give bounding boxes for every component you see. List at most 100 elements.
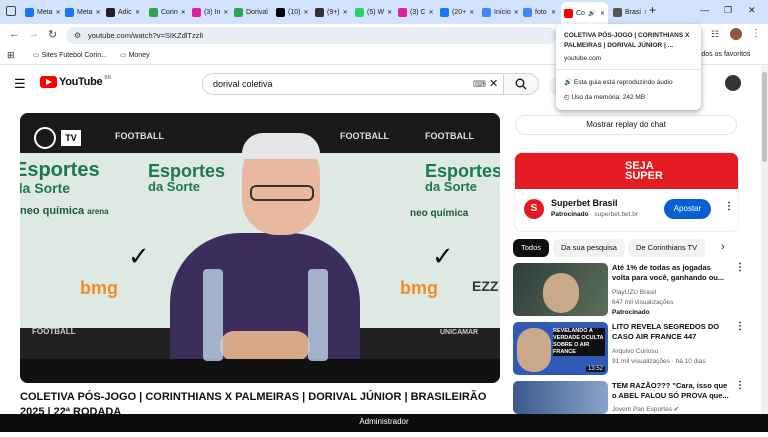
club-crest-icon xyxy=(34,127,56,149)
youtube-search-input[interactable]: dorival coletiva ⌨ ✕ xyxy=(202,73,504,95)
rec-title: Até 1% de todas as jogadas volta para vo… xyxy=(612,263,730,283)
extensions-icon[interactable]: ☷ xyxy=(711,29,719,40)
video-player[interactable]: FOOTBALL FOOTBALL FOOTBALL TV Esportesda… xyxy=(20,113,500,383)
memory-icon: ◴ xyxy=(564,94,570,101)
youtube-icon xyxy=(564,9,573,18)
tab-14[interactable]: Brasi✕ xyxy=(610,3,646,22)
apps-icon[interactable]: ⊞ xyxy=(7,50,15,61)
clear-search-icon[interactable]: ✕ xyxy=(489,74,498,94)
tab-9[interactable]: (3) C✕ xyxy=(395,3,435,22)
close-tab-icon[interactable]: ✕ xyxy=(303,9,308,16)
region-code: BR xyxy=(104,75,111,81)
duration-badge: 13:52 xyxy=(586,366,605,372)
close-tab-icon[interactable]: ✕ xyxy=(181,9,186,16)
tab-10[interactable]: (20+✕ xyxy=(437,3,477,22)
whatsapp-icon xyxy=(355,8,364,17)
video-thumbnail[interactable]: REVELANDO A VERDADE OCULTA SOBRE O AIR F… xyxy=(513,322,608,375)
close-tab-icon[interactable]: ✕ xyxy=(96,9,100,16)
scrollbar-thumb[interactable] xyxy=(762,72,767,162)
close-tab-icon[interactable]: ✕ xyxy=(387,9,392,16)
address-bar[interactable]: ⚙ youtube.com/watch?v=SIKZdlTzzlI xyxy=(66,27,556,44)
chips-next-icon[interactable]: › xyxy=(721,241,725,253)
tab-label: (20+ xyxy=(452,9,466,16)
close-tab-icon[interactable]: ✕ xyxy=(429,9,434,16)
bookmark-sites-futebol[interactable]: ▭ Sites Futebol Corin... xyxy=(33,51,107,59)
thumb-face xyxy=(517,328,551,372)
close-tab-icon[interactable]: ✕ xyxy=(135,9,140,16)
back-icon[interactable]: ← xyxy=(9,28,20,40)
verified-icon: ✔ xyxy=(674,406,679,413)
tab-1[interactable]: Meta✕ xyxy=(62,3,100,22)
close-tab-icon[interactable]: ✕ xyxy=(600,10,605,17)
rec-sponsored: Patrocinado xyxy=(612,309,650,316)
hamburger-menu-icon[interactable]: ☰ xyxy=(14,76,26,92)
show-chat-replay-button[interactable]: Mostrar replay do chat xyxy=(515,115,737,135)
list-item[interactable]: Até 1% de todas as jogadas volta para vo… xyxy=(513,263,748,319)
more-options-icon[interactable]: ⋮ xyxy=(735,265,741,271)
more-options-icon[interactable]: ⋮ xyxy=(735,383,741,389)
all-bookmarks[interactable]: Todos os favoritos xyxy=(694,51,750,58)
tab-0[interactable]: Meta✕ xyxy=(22,3,60,22)
sponsor-esportes-right: Esportesda Sorte xyxy=(425,163,500,195)
maximize-icon[interactable]: ❐ xyxy=(724,5,732,16)
search-query: dorival coletiva xyxy=(213,79,273,89)
tab-8[interactable]: (5) W✕ xyxy=(352,3,392,22)
menu-icon[interactable]: ⋮ xyxy=(751,28,761,39)
rec-channel: PlayUZU Brasil xyxy=(612,289,656,296)
chip-search[interactable]: Da sua pesquisa xyxy=(553,239,625,257)
close-tab-icon[interactable]: ✕ xyxy=(343,9,348,16)
close-tab-icon[interactable]: ✕ xyxy=(223,9,228,16)
sponsored-ad-card[interactable]: SEJA SUPER S Superbet Brasil Patrocinado… xyxy=(514,152,739,232)
tab-2[interactable]: Adic✕ xyxy=(103,3,143,22)
site-info-icon[interactable]: ⚙ xyxy=(74,27,81,44)
list-item[interactable]: REVELANDO A VERDADE OCULTA SOBRE O AIR F… xyxy=(513,322,748,378)
tab-11[interactable]: Início✕ xyxy=(479,3,518,22)
tab-13[interactable]: Co🔊✕ xyxy=(561,2,608,24)
tab-5[interactable]: Dorival✕ xyxy=(231,3,271,22)
close-window-icon[interactable]: ✕ xyxy=(748,5,756,16)
rec-title: TEM RAZÃO??? "Cara, isso que o ABEL FALO… xyxy=(612,381,730,401)
close-tab-icon[interactable]: ✕ xyxy=(551,9,556,16)
sponsor-esportes-center: Esportesda Sorte xyxy=(148,163,225,195)
ad-banner: SEJA SUPER xyxy=(515,153,739,189)
rec-views: 91 mil visualizações · há 10 dias xyxy=(612,358,706,365)
reload-icon[interactable]: ↻ xyxy=(48,28,57,41)
ad-cta-button[interactable]: Apostar xyxy=(664,199,711,219)
chip-all[interactable]: Todos xyxy=(513,239,549,257)
folder-icon: ▭ xyxy=(120,52,127,59)
tab-7[interactable]: (9+)✕ xyxy=(312,3,350,22)
hovercard-title: COLETIVA PÓS-JOGO | CORINTHIANS X PALMEI… xyxy=(564,31,696,51)
google-icon xyxy=(482,8,491,17)
tab-search-icon[interactable] xyxy=(6,6,16,16)
ad-sponsored-line: Patrocinado · superbet.bet.br xyxy=(551,211,638,218)
youtube-logo[interactable]: YouTube BR xyxy=(40,76,111,88)
nike-swoosh-icon: ✓ xyxy=(128,241,150,272)
tab-4[interactable]: (3) In✕ xyxy=(189,3,229,22)
ad-more-icon[interactable]: ⋮ xyxy=(724,201,734,212)
close-tab-icon[interactable]: ✕ xyxy=(644,9,646,16)
close-tab-icon[interactable]: ✕ xyxy=(514,9,518,16)
tab-12[interactable]: foto✕ xyxy=(520,3,559,22)
video-thumbnail[interactable] xyxy=(513,263,608,316)
chip-channel[interactable]: De Corinthians TV xyxy=(628,239,705,257)
forward-icon[interactable]: → xyxy=(28,28,39,40)
rec-channel: Arquivo Curioso xyxy=(612,348,658,355)
sponsor-unicamar: UNICAMAR xyxy=(440,329,478,336)
profile-avatar[interactable] xyxy=(730,28,742,40)
sponsor-football-2: FOOTBALL xyxy=(340,131,389,141)
new-tab-icon[interactable]: + xyxy=(649,3,656,17)
bookmark-money[interactable]: ▭ Money xyxy=(120,51,150,59)
more-options-icon[interactable]: ⋮ xyxy=(735,324,741,330)
close-tab-icon[interactable]: ✕ xyxy=(469,9,474,16)
page-scrollbar[interactable] xyxy=(761,66,768,414)
tab-3[interactable]: Corin✕ xyxy=(146,3,186,22)
tab-6[interactable]: (10)✕ xyxy=(273,3,310,22)
account-avatar[interactable] xyxy=(725,75,741,91)
keyboard-icon[interactable]: ⌨ xyxy=(473,74,486,94)
close-tab-icon[interactable]: ✕ xyxy=(56,9,60,16)
video-thumbnail[interactable] xyxy=(513,381,608,414)
speaker-icon: 🔊 xyxy=(564,79,572,86)
audio-playing-icon[interactable]: 🔊 xyxy=(588,10,595,17)
search-button[interactable] xyxy=(503,73,539,95)
minimize-icon[interactable]: — xyxy=(700,5,709,15)
